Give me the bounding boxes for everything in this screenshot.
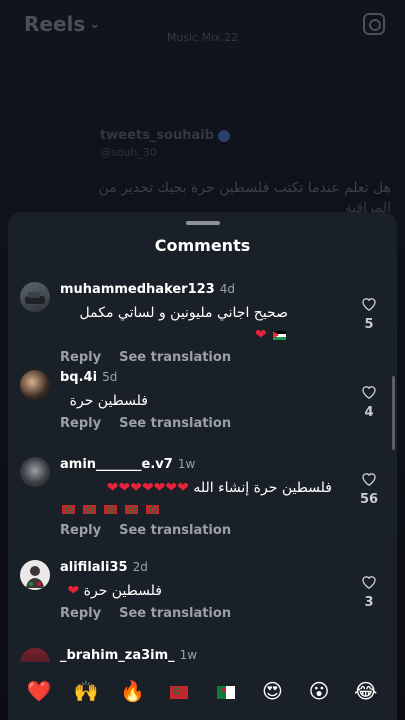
heart-emoji-button[interactable]: ❤️ [24, 681, 54, 701]
reply-button[interactable]: Reply [60, 416, 101, 431]
comment-body: alifilali35 2d فلسطين حرة ❤ Reply See tr… [60, 560, 345, 621]
surprised-emoji-button[interactable]: 😮 [304, 681, 334, 701]
algeria-flag-icon [216, 686, 235, 699]
palestine-flag-icon [273, 330, 286, 340]
heart-outline-icon[interactable] [361, 574, 377, 589]
fire-emoji-button[interactable]: 🔥 [118, 681, 148, 701]
comment-text-content: صحيح اجاني مليونين و لساتي مكمل [79, 305, 288, 321]
reply-button[interactable]: Reply [60, 350, 101, 365]
see-translation-button[interactable]: See translation [119, 350, 231, 365]
comment-item: amin_______e.v7 1w فلسطين حرة إنشاء الله… [20, 457, 385, 561]
morocco-flag-icon [83, 504, 96, 514]
quick-emoji-bar: ❤️ 🙌 🔥 😍 😮 😂 [8, 662, 397, 720]
comment-text-content: فلسطين حرة إنشاء الله [193, 480, 332, 496]
comment-actions: Reply See translation [60, 416, 345, 431]
avatar[interactable] [20, 457, 50, 487]
like-column: 3 [357, 574, 381, 610]
morocco-flag-icon [62, 504, 75, 514]
morocco-flag-icon [125, 504, 138, 514]
see-translation-button[interactable]: See translation [119, 606, 231, 621]
avatar[interactable] [20, 370, 50, 400]
reply-button[interactable]: Reply [60, 523, 101, 538]
comment-username[interactable]: _brahim_za3im_ [60, 648, 175, 663]
comment-body: muhammedhaker123 4d صحيح اجاني مليونين و… [60, 282, 345, 365]
flag-row [60, 499, 345, 519]
morocco-flag-icon [104, 504, 117, 514]
comment-time: 1w [177, 457, 196, 471]
drag-handle[interactable] [185, 221, 220, 225]
like-count: 4 [364, 405, 374, 420]
comment-username[interactable]: amin_______e.v7 [60, 457, 173, 472]
reels-screen: Reels ⌄ Music.Mix.22 tweets_souhaib @sou… [0, 0, 405, 720]
heart-eyes-emoji-button[interactable]: 😍 [257, 681, 287, 701]
like-count: 56 [359, 492, 379, 507]
comment-header: muhammedhaker123 4d [60, 282, 345, 300]
red-heart-icon: ❤ [67, 583, 80, 599]
algeria-flag-emoji-button[interactable] [211, 681, 241, 701]
tweet-text-line-1: هل تعلم عندما تكتب فلسطين حرة بجيك تحذير… [98, 180, 391, 196]
see-translation-button[interactable]: See translation [119, 523, 231, 538]
comment-text-content: فلسطين حرة [83, 583, 162, 599]
comment-text: صحيح اجاني مليونين و لساتي مكمل ❤ [60, 302, 288, 346]
comment-username[interactable]: bq.4i [60, 370, 97, 385]
like-column: 4 [357, 384, 381, 420]
comment-body: bq.4i 5d فلسطين حرة Reply See translatio… [60, 370, 345, 431]
comment-item: bq.4i 5d فلسطين حرة Reply See translatio… [20, 370, 385, 450]
red-heart-icon: ❤❤❤❤❤❤❤ [106, 480, 189, 496]
comments-title: Comments [154, 236, 251, 255]
comment-text: فلسطين حرة ❤ [60, 580, 162, 602]
comment-text: فلسطين حرة إنشاء الله ❤❤❤❤❤❤❤ [60, 477, 332, 499]
scrollbar[interactable] [392, 376, 395, 450]
comments-sheet: Comments muhammedhaker123 4d صحيح اجاني … [8, 212, 397, 720]
comment-time: 4d [219, 282, 235, 296]
tweet-author-name: tweets_souhaib [100, 128, 231, 143]
like-count: 5 [364, 317, 374, 332]
watermark: Music.Mix.22 [166, 31, 239, 44]
comment-time: 5d [102, 370, 118, 384]
laughing-emoji-button[interactable]: 😂 [351, 681, 381, 701]
heart-outline-icon[interactable] [361, 296, 377, 311]
morocco-flag-icon [170, 686, 189, 699]
tweet-author-handle: @souh_30 [100, 146, 157, 159]
heart-outline-icon[interactable] [361, 471, 377, 486]
red-heart-icon: ❤ [254, 327, 267, 343]
heart-outline-icon[interactable] [361, 384, 377, 399]
comment-body: amin_______e.v7 1w فلسطين حرة إنشاء الله… [60, 457, 345, 538]
comment-actions: Reply See translation [60, 523, 345, 538]
verified-badge-icon [218, 129, 231, 142]
comment-text-content: فلسطين حرة [69, 393, 148, 409]
comment-header: alifilali35 2d [60, 560, 345, 578]
morocco-flag-emoji-button[interactable] [164, 681, 194, 701]
comment-item: muhammedhaker123 4d صحيح اجاني مليونين و… [20, 282, 385, 365]
like-column: 56 [357, 471, 381, 507]
see-translation-button[interactable]: See translation [119, 416, 231, 431]
raised-hands-emoji-button[interactable]: 🙌 [71, 681, 101, 701]
comment-username[interactable]: alifilali35 [60, 560, 128, 575]
morocco-flag-icon [146, 504, 159, 514]
comment-username[interactable]: muhammedhaker123 [60, 282, 215, 297]
comment-time: 1w [179, 648, 198, 662]
reply-button[interactable]: Reply [60, 606, 101, 621]
avatar[interactable] [20, 560, 50, 590]
like-count: 3 [364, 595, 374, 610]
like-column: 5 [357, 296, 381, 332]
comment-time: 2d [132, 560, 148, 574]
comment-header: amin_______e.v7 1w [60, 457, 345, 475]
chevron-down-icon: ⌄ [89, 16, 101, 32]
comment-actions: Reply See translation [60, 350, 345, 365]
comment-item: alifilali35 2d فلسطين حرة ❤ Reply See tr… [20, 560, 385, 640]
comment-text: فلسطين حرة [60, 390, 148, 412]
comment-actions: Reply See translation [60, 606, 345, 621]
avatar[interactable] [20, 282, 50, 312]
comment-header: bq.4i 5d [60, 370, 345, 388]
